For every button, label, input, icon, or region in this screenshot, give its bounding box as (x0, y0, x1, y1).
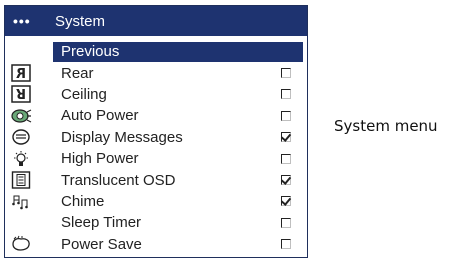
menu-item-chime[interactable]: Chime (5, 191, 307, 212)
svg-text:R: R (16, 85, 26, 100)
menu-item-label: Ceiling (61, 85, 107, 103)
menu-item-ceiling[interactable]: R Ceiling (5, 84, 307, 105)
menu-item-label: Previous (61, 43, 120, 61)
menu-item-high-power[interactable]: High Power (5, 148, 307, 169)
menu-item-rear[interactable]: R Rear (5, 62, 307, 83)
menu-item-label: Display Messages (61, 128, 183, 146)
svg-text:R: R (16, 67, 26, 82)
system-menu-panel: ••• System Previous R Rear R Ceiling Aut… (4, 5, 308, 258)
translucent-osd-checkbox[interactable] (281, 175, 291, 186)
high-power-lamp-icon (9, 149, 33, 169)
display-messages-icon (9, 127, 33, 147)
menu-title-bar: ••• System (5, 6, 307, 36)
ceiling-checkbox[interactable] (281, 89, 291, 100)
menu-dots-icon[interactable]: ••• (5, 13, 55, 29)
menu-item-previous[interactable]: Previous (5, 41, 307, 62)
menu-item-label: Translucent OSD (61, 171, 176, 189)
menu-item-label: Rear (61, 64, 94, 82)
auto-power-checkbox[interactable] (281, 110, 291, 121)
display-messages-checkbox[interactable] (281, 132, 291, 143)
menu-item-label: Auto Power (61, 107, 139, 125)
high-power-checkbox[interactable] (281, 153, 291, 164)
figure-caption: System menu (334, 117, 438, 135)
menu-item-label: High Power (61, 150, 139, 168)
rear-checkbox[interactable] (281, 68, 291, 79)
menu-item-label: Chime (61, 192, 105, 210)
menu-item-label: Sleep Timer (61, 214, 142, 232)
power-save-checkbox[interactable] (281, 239, 291, 250)
menu-title: System (55, 12, 106, 30)
auto-power-icon (9, 106, 33, 126)
ceiling-mount-icon: R (9, 84, 33, 104)
menu-item-label: Power Save (61, 235, 142, 253)
system-menu-list: Previous R Rear R Ceiling Auto Power Dis… (5, 41, 307, 255)
translucent-osd-icon (9, 170, 33, 190)
menu-item-power-save[interactable]: Power Save (5, 234, 307, 255)
menu-item-auto-power[interactable]: Auto Power (5, 105, 307, 126)
menu-item-previous-highlight[interactable]: Previous (53, 41, 303, 62)
chime-checkbox[interactable] (281, 196, 291, 207)
menu-item-sleep-timer[interactable]: Sleep Timer (5, 212, 307, 233)
power-save-icon (9, 234, 33, 254)
menu-item-translucent-osd[interactable]: Translucent OSD (5, 169, 307, 190)
rear-projection-icon: R (9, 63, 33, 83)
sleep-timer-checkbox[interactable] (281, 217, 291, 228)
menu-item-display-messages[interactable]: Display Messages (5, 127, 307, 148)
chime-music-icon (9, 191, 33, 211)
